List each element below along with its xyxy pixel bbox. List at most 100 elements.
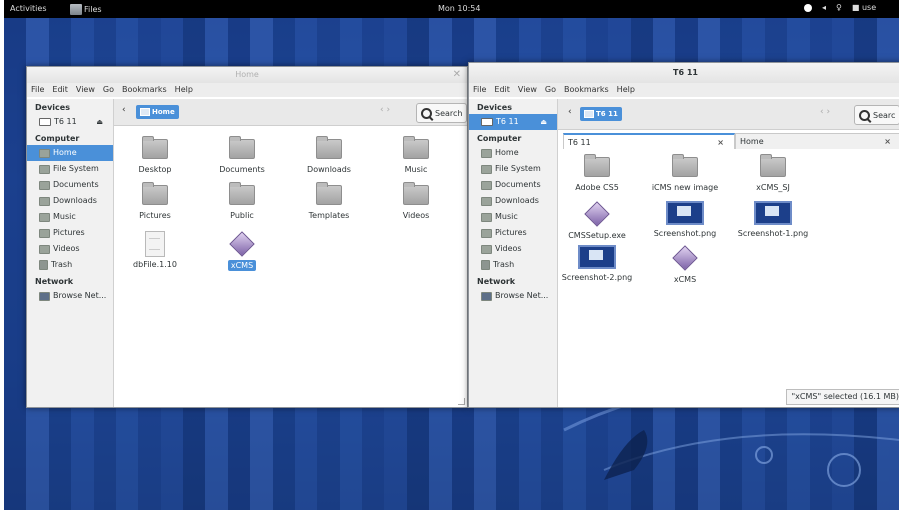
sidebar-item-documents[interactable]: Documents xyxy=(27,177,113,193)
search-button[interactable]: Searc xyxy=(854,105,899,125)
sidebar-item-label: Music xyxy=(53,212,76,221)
file-item[interactable]: Documents xyxy=(199,136,285,174)
tab-home[interactable]: Home × xyxy=(735,133,899,149)
app-menu-button[interactable]: Files xyxy=(70,3,102,15)
menu-help[interactable]: Help xyxy=(617,83,635,97)
file-name: Screenshot.png xyxy=(653,229,717,238)
menu-file[interactable]: File xyxy=(31,83,44,97)
file-item[interactable]: dbFile.1.10 xyxy=(112,231,198,269)
sidebar-item-file-system[interactable]: File System xyxy=(27,161,113,177)
file-item[interactable]: xCMS xyxy=(642,245,728,284)
user-menu[interactable]: ■ use xyxy=(852,3,876,12)
drive-icon xyxy=(481,118,493,126)
menu-edit[interactable]: Edit xyxy=(494,83,510,97)
eject-icon[interactable]: ⏏ xyxy=(96,114,103,130)
menu-bookmarks[interactable]: Bookmarks xyxy=(122,83,167,97)
home-file-view: Desktop Documents Downloads Music Pictures Pu… xyxy=(114,127,467,407)
file-item[interactable]: Adobe CS5 xyxy=(554,154,640,192)
file-item[interactable]: Videos xyxy=(373,182,459,220)
home-window: Home ✕ File Edit View Go Bookmarks Help Devic… xyxy=(26,66,468,408)
file-name: Public xyxy=(230,211,254,220)
sidebar-item-label: Browse Net... xyxy=(495,291,549,300)
home-window-titlebar[interactable]: Home ✕ xyxy=(27,67,467,83)
home-menubar: File Edit View Go Bookmarks Help xyxy=(27,83,467,97)
file-item[interactable]: xCMS xyxy=(199,231,285,271)
devices-header: Devices xyxy=(35,103,70,112)
menu-bookmarks[interactable]: Bookmarks xyxy=(564,83,609,97)
sidebar-item-device[interactable]: T6 11 ⏏ xyxy=(469,114,557,130)
eject-icon[interactable]: ⏏ xyxy=(540,114,547,130)
path-scroll-arrows[interactable]: ‹ › xyxy=(380,105,390,115)
file-item[interactable]: Music xyxy=(373,136,459,174)
resize-grip[interactable] xyxy=(458,398,465,405)
sidebar-item-videos[interactable]: Videos xyxy=(469,241,557,257)
file-item[interactable]: xCMS_SJ xyxy=(730,154,816,192)
file-item[interactable]: Downloads xyxy=(286,136,372,174)
sidebar-item-documents[interactable]: Documents xyxy=(469,177,557,193)
menu-go[interactable]: Go xyxy=(545,83,556,97)
menu-file[interactable]: File xyxy=(473,83,486,97)
file-item[interactable]: Desktop xyxy=(112,136,198,174)
sidebar-item-file-system[interactable]: File System xyxy=(469,161,557,177)
status-bar: "xCMS" selected (16.1 MB) xyxy=(786,389,899,405)
tab-close-icon[interactable]: × xyxy=(884,134,891,150)
file-item[interactable]: Screenshot-2.png xyxy=(554,245,640,282)
file-item[interactable]: Pictures xyxy=(112,182,198,220)
menu-go[interactable]: Go xyxy=(103,83,114,97)
sidebar-item-home[interactable]: Home xyxy=(469,145,557,161)
file-item[interactable]: Templates xyxy=(286,182,372,220)
image-thumbnail-icon xyxy=(754,201,792,225)
sidebar-item-pictures[interactable]: Pictures xyxy=(469,225,557,241)
close-icon[interactable]: ✕ xyxy=(453,67,461,83)
tab-t6[interactable]: T6 11 × xyxy=(563,133,735,149)
system-tray: ◂ ♀ ■ use xyxy=(804,3,876,12)
sidebar-item-music[interactable]: Music xyxy=(27,209,113,225)
location-button[interactable]: Home xyxy=(136,105,179,119)
folder-icon xyxy=(672,154,698,177)
sidebar-item-videos[interactable]: Videos xyxy=(27,241,113,257)
sidebar-item-trash[interactable]: Trash xyxy=(469,257,557,273)
tab-close-icon[interactable]: × xyxy=(717,135,724,151)
sidebar-item-downloads[interactable]: Downloads xyxy=(469,193,557,209)
menu-view[interactable]: View xyxy=(76,83,95,97)
drive-icon xyxy=(39,118,51,126)
back-button[interactable]: ‹ xyxy=(122,105,126,115)
file-item[interactable]: Screenshot.png xyxy=(642,201,728,238)
accessibility-icon[interactable] xyxy=(804,3,812,12)
sidebar-item-downloads[interactable]: Downloads xyxy=(27,193,113,209)
t6-window-titlebar[interactable]: T6 11 xyxy=(469,63,899,83)
volume-icon[interactable]: ♀ xyxy=(836,3,842,12)
menu-help[interactable]: Help xyxy=(175,83,193,97)
back-button[interactable]: ‹ xyxy=(568,107,572,117)
tab-label: Home xyxy=(740,137,764,146)
t6-file-view: Adobe CS5 iCMS new image xCMS_SJ CMSSetup.e… xyxy=(558,151,899,391)
document-icon xyxy=(145,231,165,257)
home-folder-icon xyxy=(140,108,150,116)
menu-edit[interactable]: Edit xyxy=(52,83,68,97)
search-button[interactable]: Search xyxy=(416,103,467,123)
path-scroll-arrows[interactable]: ‹ › xyxy=(820,107,830,117)
sidebar-item-pictures[interactable]: Pictures xyxy=(27,225,113,241)
sidebar-item-label: Documents xyxy=(495,180,541,189)
sidebar-item-label: Videos xyxy=(495,244,522,253)
sidebar-item-music[interactable]: Music xyxy=(469,209,557,225)
sidebar-item-home[interactable]: Home xyxy=(27,145,113,161)
file-name: Screenshot-1.png xyxy=(737,229,809,238)
file-item[interactable]: CMSSetup.exe xyxy=(554,201,640,240)
sidebar-item-label: Videos xyxy=(53,244,80,253)
window-title: Home xyxy=(235,70,259,79)
file-item[interactable]: Public xyxy=(199,182,285,220)
computer-items: Home File System Documents Downloads Music Pi… xyxy=(27,145,113,273)
activities-button[interactable]: Activities xyxy=(10,4,47,13)
folder-icon xyxy=(39,212,50,222)
menu-view[interactable]: View xyxy=(518,83,537,97)
sidebar-item-trash[interactable]: Trash xyxy=(27,257,113,273)
sidebar-item-browse-network[interactable]: Browse Net... xyxy=(27,288,113,304)
file-item[interactable]: Screenshot-1.png xyxy=(730,201,816,238)
sidebar-item-device[interactable]: T6 11 ⏏ xyxy=(27,114,113,130)
sidebar-item-browse-network[interactable]: Browse Net... xyxy=(469,288,557,304)
file-item[interactable]: iCMS new image xyxy=(642,154,728,192)
clock[interactable]: Mon 10:54 xyxy=(438,4,480,13)
location-button[interactable]: T6 11 xyxy=(580,107,622,121)
network-icon[interactable]: ◂ xyxy=(822,3,826,12)
